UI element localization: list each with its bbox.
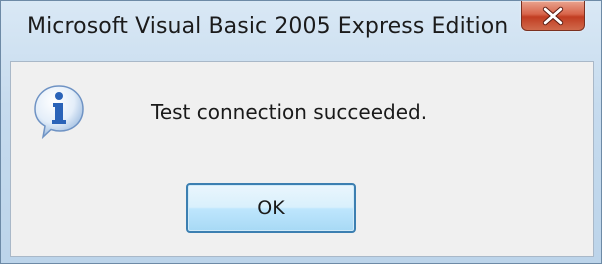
dialog-body: Test connection succeeded. OK	[10, 61, 594, 257]
title-bar[interactable]: Microsoft Visual Basic 2005 Express Edit…	[1, 1, 601, 61]
ok-button[interactable]: OK	[186, 183, 356, 233]
dialog-title: Microsoft Visual Basic 2005 Express Edit…	[27, 14, 509, 39]
dialog-message: Test connection succeeded.	[151, 100, 428, 124]
information-icon	[34, 85, 84, 140]
message-dialog: Microsoft Visual Basic 2005 Express Edit…	[0, 0, 602, 264]
close-button[interactable]	[521, 1, 585, 31]
ok-button-label: OK	[257, 197, 285, 219]
close-icon	[542, 6, 564, 26]
